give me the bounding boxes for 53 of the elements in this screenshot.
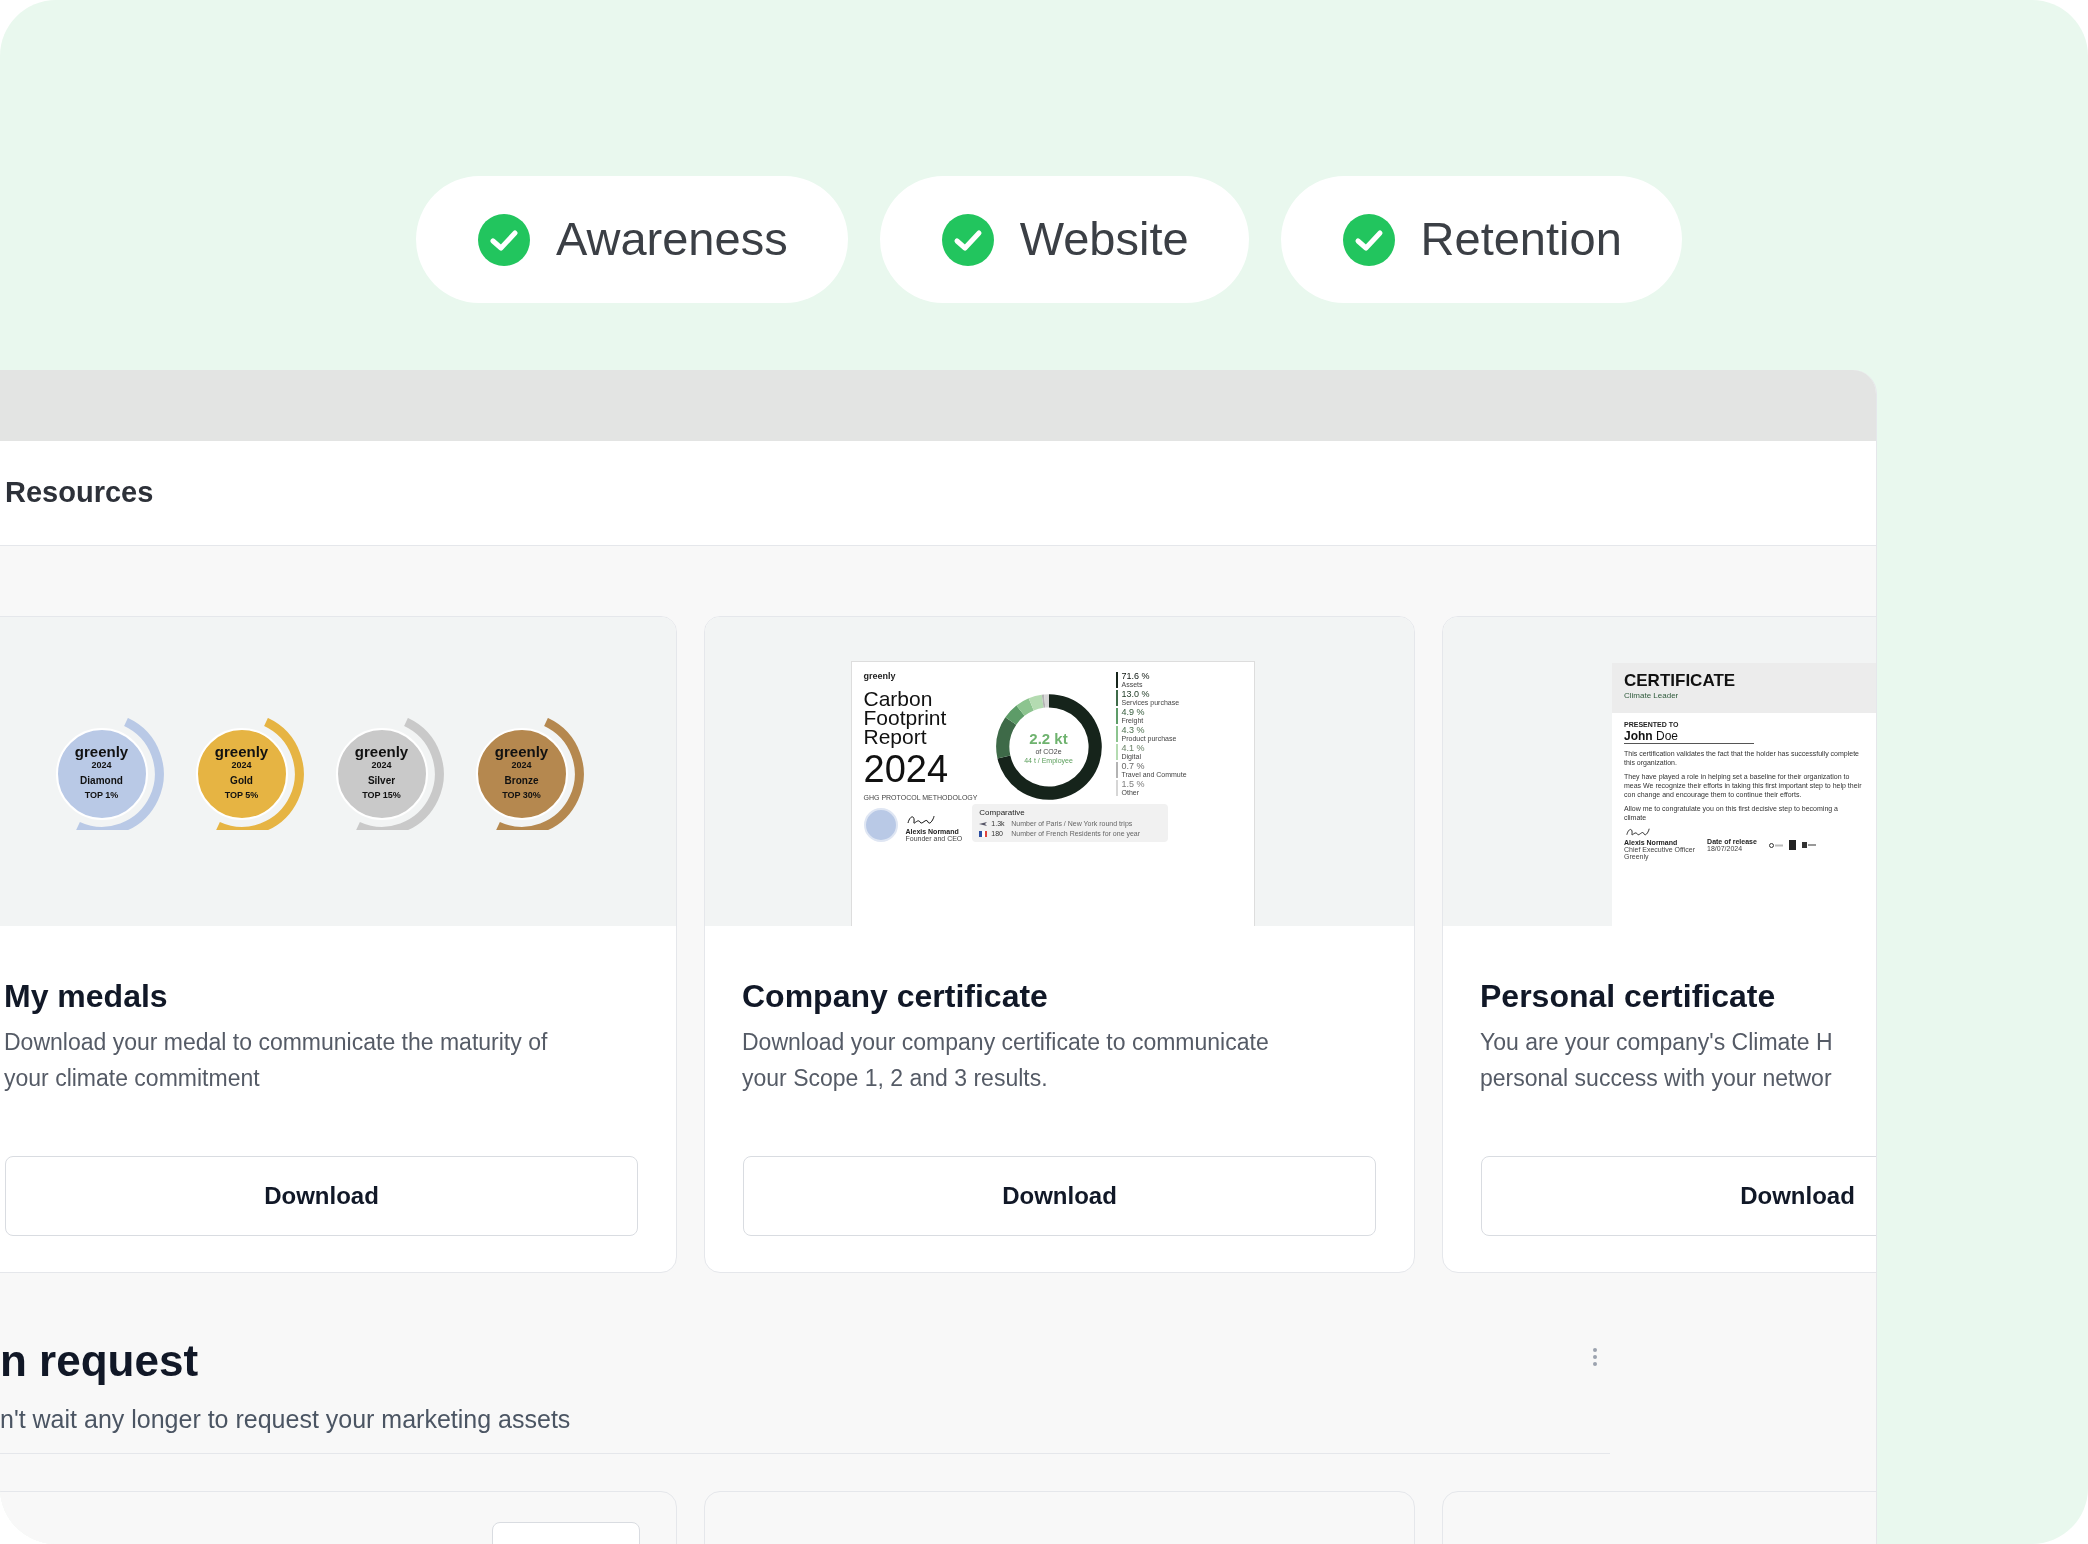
medal-rank-label: TOP 15% bbox=[362, 790, 401, 800]
medal-logo: greenly bbox=[214, 743, 269, 759]
card-title: My medals bbox=[4, 977, 169, 1016]
more-options-icon[interactable] bbox=[1592, 1347, 1598, 1367]
total-emissions: 2.2 kt bbox=[1029, 730, 1068, 746]
card-description: Download your company certificate to communicate your Scope 1, 2 and 3 results. bbox=[742, 1028, 1270, 1093]
medal-rank-label: TOP 5% bbox=[224, 790, 259, 800]
step-label: Awareness bbox=[556, 211, 788, 268]
medal-logo: greenly bbox=[74, 743, 129, 759]
report-logo: greenly bbox=[863, 672, 897, 681]
legend-percent: 71.6 % bbox=[1121, 672, 1151, 681]
plane-icon bbox=[979, 820, 988, 827]
legend-percent: 1.5 % bbox=[1121, 780, 1146, 789]
step-label: Website bbox=[1019, 211, 1189, 268]
medal-tier-label: Diamond bbox=[80, 775, 123, 786]
card-title: Personal certificate bbox=[1480, 977, 1777, 1016]
comparative-title: Comparative bbox=[979, 809, 1026, 817]
partner-logo-icon bbox=[1768, 842, 1783, 848]
medal-year: 2024 bbox=[91, 760, 112, 770]
medal-tier-label: Silver bbox=[367, 775, 396, 786]
flag-icon bbox=[979, 830, 988, 837]
certificate-heading: CERTIFICATE bbox=[1624, 672, 1737, 689]
certificate-subheading: Climate Leader bbox=[1624, 692, 1680, 700]
step-label: Retention bbox=[1420, 211, 1622, 268]
download-button[interactable]: Download bbox=[5, 1156, 638, 1236]
download-button[interactable]: Download bbox=[743, 1156, 1376, 1236]
medal-logo: greenly bbox=[494, 743, 549, 759]
section-title: n request bbox=[0, 1335, 199, 1387]
card-title: Company certificate bbox=[742, 977, 1049, 1016]
medal-tier-label: Gold bbox=[230, 775, 253, 786]
report-title: Carbon Footprint Report bbox=[863, 689, 948, 746]
medal-year: 2024 bbox=[511, 760, 532, 770]
medal-rank-label: TOP 1% bbox=[84, 790, 119, 800]
medal-year: 2024 bbox=[371, 760, 392, 770]
report-year: 2024 bbox=[863, 750, 950, 788]
legend-percent: 0.7 % bbox=[1121, 762, 1146, 771]
medal-logo: greenly bbox=[354, 743, 409, 759]
medal-drawing bbox=[863, 808, 898, 842]
card-description: You are your company's Climate H personal success with your networ bbox=[1480, 1028, 1834, 1093]
legend-percent: 4.3 % bbox=[1121, 726, 1146, 735]
recipient-name: John Doe bbox=[1624, 730, 1754, 744]
partner-logo-icon bbox=[1801, 842, 1816, 848]
legend-percent: 13.0 % bbox=[1121, 690, 1151, 699]
medal-year: 2024 bbox=[231, 760, 252, 770]
medal-rank-label: TOP 30% bbox=[502, 790, 541, 800]
card-description: Download your medal to communicate the maturity of your climate commitment bbox=[4, 1028, 549, 1093]
medal-tier-label: Bronze bbox=[504, 775, 539, 786]
page-title: Resources bbox=[5, 475, 154, 511]
download-button[interactable]: Download bbox=[1481, 1156, 1876, 1236]
partner-logo-icon bbox=[1788, 840, 1796, 850]
section-subtitle: n't wait any longer to request your marketing assets bbox=[0, 1404, 572, 1435]
legend-percent: 4.9 % bbox=[1121, 708, 1146, 717]
legend-percent: 4.1 % bbox=[1121, 744, 1146, 753]
